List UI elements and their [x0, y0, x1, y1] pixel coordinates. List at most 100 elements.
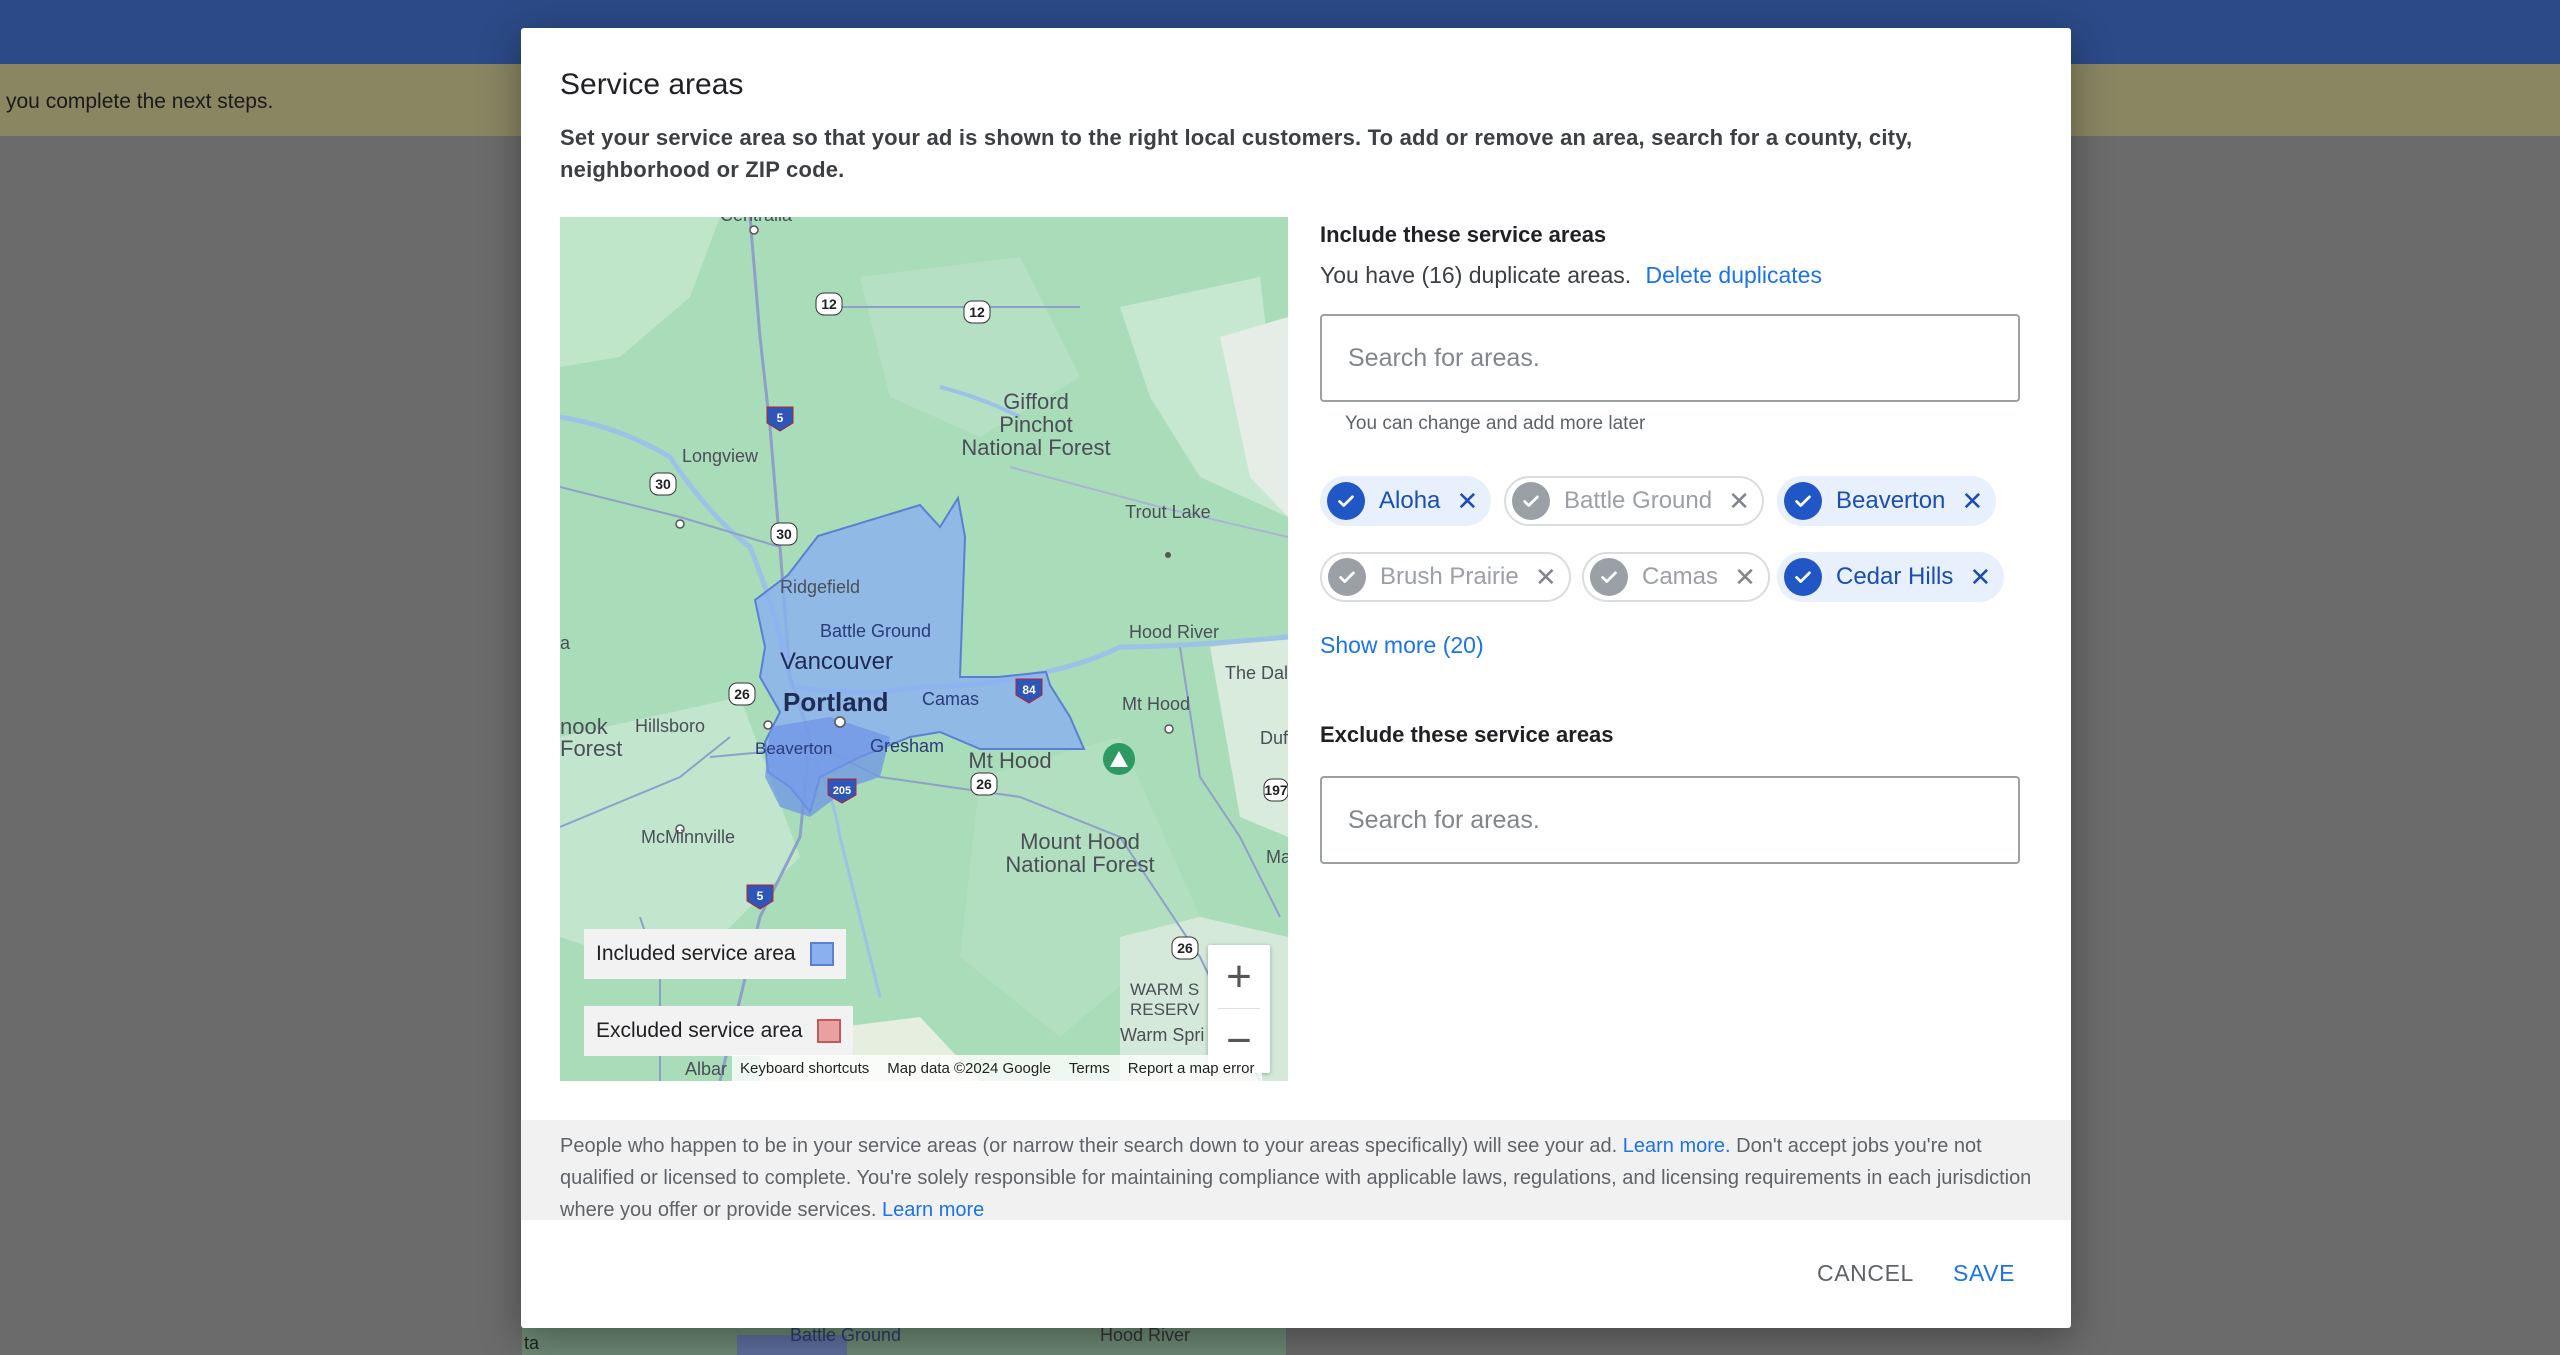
save-button[interactable]: SAVE	[1953, 1260, 2015, 1287]
legend-included: Included service area	[584, 929, 846, 979]
excluded-swatch	[816, 1019, 841, 1043]
dialog-description: Set your service area so that your ad is…	[560, 125, 1913, 182]
close-icon[interactable]: ✕	[1454, 486, 1480, 517]
background-map: ta Battle Ground Hood River	[522, 1325, 1286, 1355]
map-label: Longview	[682, 446, 759, 466]
service-areas-dialog: Service areas Set your service area so t…	[521, 28, 2071, 1328]
notice-text: you complete the next steps.	[6, 90, 274, 113]
chip-label: Cedar Hills	[1836, 563, 1954, 590]
map-label: The Dal	[1225, 663, 1288, 683]
chip-beaverton[interactable]: Beaverton ✕	[1777, 476, 1997, 526]
disclaimer-note: People who happen to be in your service …	[521, 1120, 2071, 1221]
exclude-search-input[interactable]	[1320, 776, 2020, 864]
map-label: Gresham	[870, 736, 944, 756]
chip-aloha[interactable]: Aloha ✕	[1320, 476, 1492, 526]
shield-30: 30	[655, 476, 671, 492]
learn-more-link[interactable]: Learn more.	[1623, 1135, 1731, 1157]
legend-excluded: Excluded service area	[584, 1006, 853, 1056]
terms-link[interactable]: Terms	[1069, 1060, 1110, 1077]
zoom-in-button[interactable]: +	[1208, 945, 1270, 1008]
search-hint: You can change and add more later	[1345, 413, 1646, 434]
map-label: Mt Hood	[968, 748, 1051, 773]
background-map-label: Hood River	[1100, 1325, 1191, 1345]
exclude-heading: Exclude these service areas	[1320, 722, 1614, 747]
learn-more-link[interactable]: Learn more	[882, 1199, 984, 1221]
chip-camas[interactable]: Camas ✕	[1582, 552, 1771, 602]
map-label: Centralia	[720, 217, 793, 225]
chip-label: Brush Prairie	[1380, 563, 1519, 590]
map-label: Vancouver	[780, 648, 893, 675]
disclaimer-text-1: People who happen to be in your service …	[560, 1135, 1618, 1157]
chip-brush-prairie[interactable]: Brush Prairie ✕	[1320, 552, 1571, 602]
include-heading: Include these service areas	[1320, 222, 1607, 247]
shield-5: 5	[777, 411, 784, 425]
chip-label: Beaverton	[1836, 487, 1946, 514]
shield-5: 5	[757, 889, 764, 903]
map-label: Pinchot	[999, 412, 1072, 437]
legend-excluded-label: Excluded service area	[596, 1019, 803, 1042]
map-label: Albar	[685, 1059, 727, 1079]
keyboard-shortcuts-link[interactable]: Keyboard shortcuts	[740, 1060, 869, 1077]
map-label: National Forest	[1005, 852, 1154, 877]
close-icon[interactable]: ✕	[1959, 486, 1985, 517]
map-label: Camas	[922, 689, 979, 709]
map-data-text: Map data ©2024 Google	[887, 1059, 1051, 1077]
map-label: Mt Hood	[1122, 694, 1190, 714]
check-icon	[1784, 558, 1822, 596]
map-label: Forest	[560, 736, 622, 761]
map-label: Warm Spri	[1120, 1025, 1204, 1045]
chip-label: Aloha	[1379, 487, 1441, 514]
service-area-map[interactable]: 12 12 5 30 30 26 84 26 205 26 5 197 Giff…	[560, 217, 1288, 1081]
close-icon[interactable]: ✕	[1533, 562, 1559, 593]
dialog-title: Service areas	[560, 68, 744, 101]
chip-label: Camas	[1642, 563, 1719, 590]
check-icon	[1327, 482, 1365, 520]
close-icon[interactable]: ✕	[1732, 562, 1758, 593]
include-search-input[interactable]	[1320, 314, 2020, 402]
map-label: Trout Lake	[1125, 502, 1210, 522]
legend-included-label: Included service area	[596, 942, 796, 965]
duplicate-text: You have (16) duplicate areas.	[1320, 262, 1632, 288]
map-label: Hillsboro	[635, 716, 705, 736]
map-attribution: Keyboard shortcuts Map data ©2024 Google…	[732, 1055, 1263, 1081]
shield-26: 26	[1177, 940, 1193, 956]
shield-205: 205	[833, 785, 851, 797]
background-map-label: ta	[524, 1333, 540, 1353]
report-map-error-link[interactable]: Report a map error	[1128, 1060, 1255, 1077]
shield-84: 84	[1022, 683, 1036, 697]
map-label: Hood River	[1129, 622, 1219, 642]
close-icon[interactable]: ✕	[1967, 562, 1993, 593]
show-more-link[interactable]: Show more (20)	[1320, 632, 1484, 659]
map-label: Portland	[783, 687, 888, 717]
map-label: Ma	[1266, 847, 1288, 867]
close-icon[interactable]: ✕	[1726, 486, 1752, 517]
map-label: National Forest	[961, 435, 1110, 460]
chip-label: Battle Ground	[1564, 487, 1713, 514]
shield-12: 12	[821, 296, 837, 312]
check-icon	[1328, 558, 1366, 596]
chip-battle-ground[interactable]: Battle Ground ✕	[1504, 476, 1765, 526]
map-label: Duf	[1260, 728, 1288, 748]
zoom-control: + −	[1208, 945, 1270, 1073]
shield-12: 12	[969, 304, 985, 320]
delete-duplicates-link[interactable]: Delete duplicates	[1646, 262, 1822, 288]
chip-cedar-hills[interactable]: Cedar Hills ✕	[1777, 552, 2005, 602]
shield-26: 26	[976, 776, 992, 792]
cancel-button[interactable]: CANCEL	[1817, 1260, 1914, 1287]
map-label: Beaverton	[755, 739, 833, 758]
map-label: Battle Ground	[820, 621, 931, 641]
map-label: Ridgefield	[780, 577, 860, 597]
check-icon	[1590, 558, 1628, 596]
shield-30: 30	[776, 526, 792, 542]
map-label: Mount Hood	[1020, 829, 1140, 854]
map-label: Gifford	[1003, 389, 1069, 414]
duplicate-notice: You have (16) duplicate areas. Delete du…	[1320, 262, 1822, 289]
background-map-label: Battle Ground	[790, 1325, 902, 1345]
check-icon	[1512, 482, 1550, 520]
map-label: a	[560, 633, 571, 653]
map-label: RESERV	[1130, 1000, 1200, 1019]
shield-26: 26	[734, 686, 750, 702]
check-icon	[1784, 482, 1822, 520]
map-label: McMinnville	[641, 827, 735, 847]
map-label: WARM S	[1130, 980, 1199, 999]
